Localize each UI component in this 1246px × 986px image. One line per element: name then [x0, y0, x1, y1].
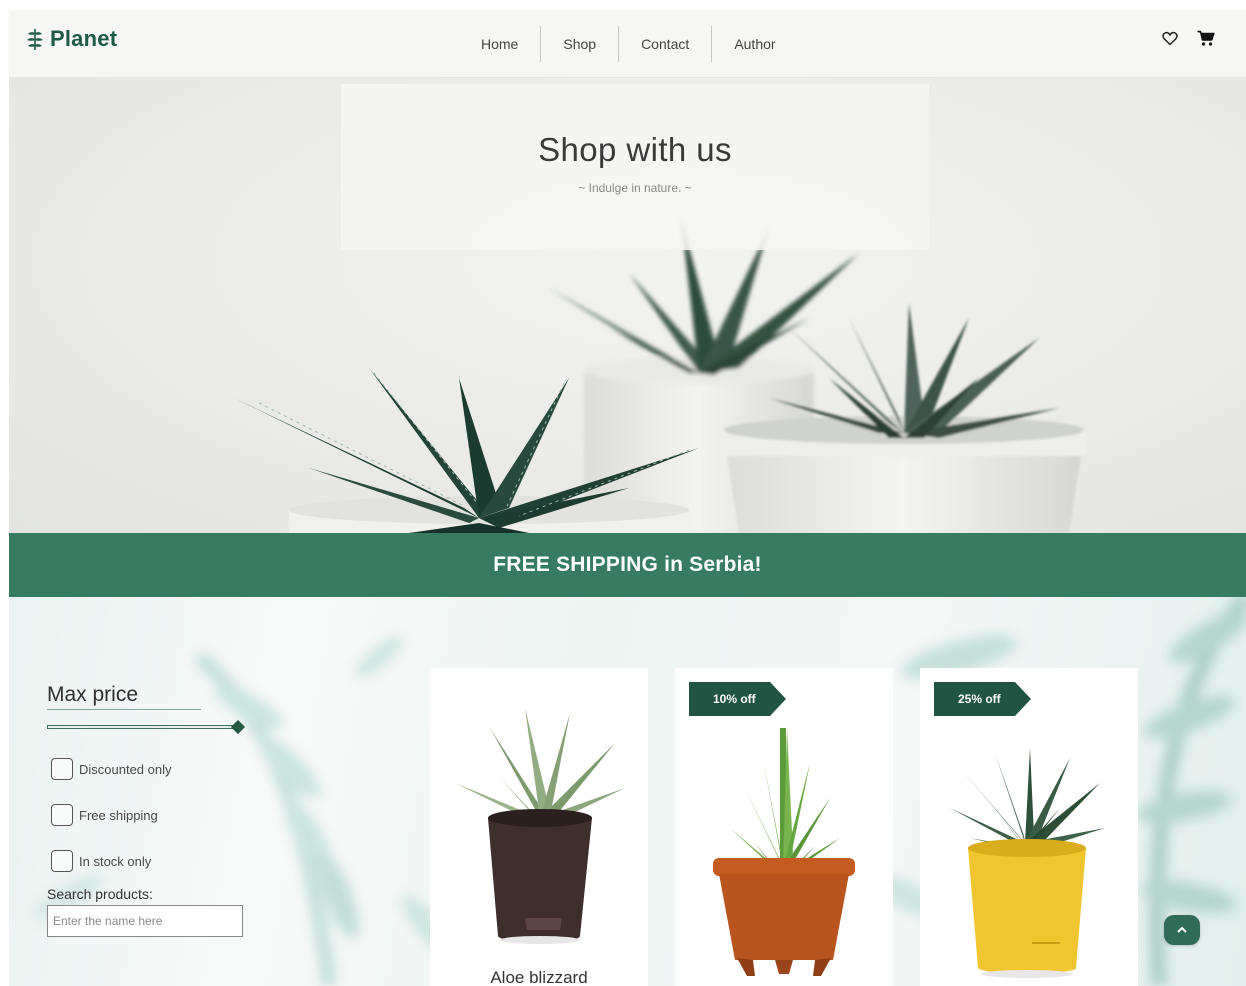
cart-icon[interactable]	[1196, 28, 1216, 48]
checkbox[interactable]	[51, 804, 73, 826]
header-actions	[1160, 28, 1216, 48]
filters-panel: Max price Discounted only Free shipping …	[47, 683, 247, 937]
shipping-banner-text: FREE SHIPPING in Serbia!	[493, 553, 762, 576]
checkbox-label: Free shipping	[79, 807, 158, 823]
product-image	[455, 708, 625, 944]
discount-badge: 10% off	[689, 682, 786, 716]
filter-free-shipping[interactable]: Free shipping	[47, 804, 247, 826]
hero-subtitle: ~ Indulge in nature. ~	[578, 181, 692, 195]
nav-contact[interactable]: Contact	[619, 26, 711, 62]
max-price-slider[interactable]	[47, 719, 246, 735]
logo-text: Planet	[50, 26, 118, 51]
discount-badge-text: 25% off	[934, 682, 1015, 716]
product-name: Aloe blizzard	[490, 968, 588, 986]
heart-icon[interactable]	[1160, 28, 1180, 48]
product-card[interactable]: 25% off	[920, 668, 1138, 986]
nav-shop[interactable]: Shop	[541, 26, 618, 62]
nav-author[interactable]: Author	[712, 26, 797, 62]
search-input[interactable]	[47, 905, 243, 937]
leaf-sprig-icon	[27, 29, 43, 50]
checkbox[interactable]	[51, 758, 73, 780]
scroll-to-top-button[interactable]	[1164, 915, 1200, 945]
chevron-up-icon	[1177, 926, 1187, 933]
logo[interactable]: Planet	[25, 26, 117, 52]
checkbox-label: Discounted only	[79, 761, 172, 777]
max-price-label: Max price	[47, 683, 201, 710]
hero-title: Shop with us	[538, 131, 732, 168]
nav-home[interactable]: Home	[465, 26, 540, 62]
checkbox-label: In stock only	[79, 853, 152, 869]
slider-track	[47, 725, 237, 729]
badge-arrow	[1014, 682, 1031, 716]
site-header: Planet Home Shop Contact Author	[9, 10, 1246, 78]
main-nav: Home Shop Contact Author	[465, 26, 798, 62]
checkbox[interactable]	[51, 850, 73, 872]
filter-in-stock[interactable]: In stock only	[47, 850, 247, 872]
badge-arrow	[769, 682, 786, 716]
filter-discounted[interactable]: Discounted only	[47, 758, 247, 780]
product-card[interactable]: Aloe blizzard	[430, 668, 648, 986]
page-frame: Planet Home Shop Contact Author Shop wit…	[9, 10, 1246, 986]
discount-badge-text: 10% off	[689, 682, 770, 716]
slider-thumb[interactable]	[230, 719, 246, 735]
product-card[interactable]: 10% off	[675, 668, 893, 986]
hero-card: Shop with us ~ Indulge in nature. ~	[341, 84, 929, 250]
search-label: Search products:	[47, 886, 153, 902]
shop-section: Max price Discounted only Free shipping …	[9, 597, 1246, 986]
shipping-banner: FREE SHIPPING in Serbia!	[9, 533, 1246, 597]
hero-section: Shop with us ~ Indulge in nature. ~	[9, 78, 1246, 533]
discount-badge: 25% off	[934, 682, 1031, 716]
